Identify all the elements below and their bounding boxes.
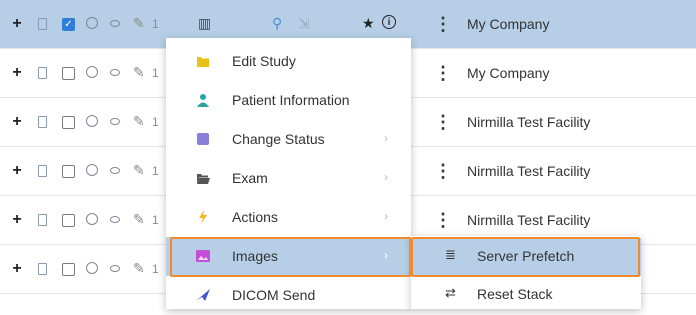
menu-item-edit-study[interactable]: Edit Study (166, 42, 411, 81)
expand-icon[interactable]: + (10, 114, 24, 130)
chevron-right-icon: › (384, 209, 388, 223)
eye-icon[interactable] (110, 265, 120, 272)
row-checkbox[interactable] (62, 67, 75, 80)
document-icon[interactable] (38, 165, 47, 177)
pencil-icon[interactable]: ✎ (133, 259, 149, 277)
globe-icon[interactable] (86, 262, 98, 274)
company-name: Nirmilla Test Facility (467, 212, 591, 228)
menu-item-actions[interactable]: Actions › (166, 198, 411, 237)
reset-icon: ⇄ (445, 285, 456, 300)
menu-item-exam[interactable]: Exam › (166, 159, 411, 198)
row-count: 1 (152, 164, 159, 178)
row-checkbox[interactable]: ✓ (62, 18, 75, 31)
menu-item-label: Change Status (232, 131, 325, 147)
folder-icon (197, 57, 209, 67)
submenu-item-reset-stack[interactable]: ⇄ Reset Stack (411, 276, 641, 314)
pencil-icon[interactable]: ✎ (133, 210, 149, 228)
row-menu-icon[interactable]: ⋮ (434, 63, 452, 85)
highlight-images-item (170, 237, 411, 277)
globe-icon[interactable] (86, 213, 98, 225)
send-icon (196, 289, 210, 301)
row-count: 1 (152, 213, 159, 227)
grid-icon[interactable]: ▥ (198, 13, 211, 33)
share-icon[interactable]: ⇲ (298, 13, 310, 33)
menu-item-label: DICOM Send (232, 287, 316, 303)
row-menu-icon[interactable]: ⋮ (434, 112, 452, 134)
eye-icon[interactable] (110, 118, 120, 125)
info-icon[interactable]: i (382, 15, 396, 29)
menu-item-patient-information[interactable]: Patient Information (166, 81, 411, 120)
document-icon[interactable] (38, 116, 47, 128)
lightning-icon (199, 210, 207, 224)
globe-icon[interactable] (86, 66, 98, 78)
document-icon[interactable] (38, 263, 47, 275)
folder-open-icon (197, 174, 210, 184)
chevron-right-icon: › (384, 131, 388, 145)
document-icon[interactable] (38, 214, 47, 226)
row-menu-icon[interactable]: ⋮ (434, 161, 452, 183)
menu-item-label: Actions (232, 209, 278, 225)
row-menu-icon[interactable]: ⋮ (434, 14, 452, 36)
menu-item-label: Exam (232, 170, 268, 186)
company-name: My Company (467, 16, 550, 32)
row-count: 1 (152, 262, 159, 276)
globe-icon[interactable] (86, 17, 98, 29)
document-icon[interactable] (38, 67, 47, 79)
pencil-icon[interactable]: ✎ (133, 63, 149, 81)
expand-icon[interactable]: + (10, 261, 24, 277)
expand-icon[interactable]: + (10, 16, 24, 32)
eye-icon[interactable] (110, 69, 120, 76)
row-checkbox[interactable] (62, 214, 75, 227)
row-count: 1 (152, 66, 159, 80)
row-checkbox[interactable] (62, 116, 75, 129)
menu-item-label: Patient Information (232, 92, 350, 108)
row-menu-icon[interactable]: ⋮ (434, 210, 452, 232)
pencil-icon[interactable]: ✎ (133, 161, 149, 179)
company-name: Nirmilla Test Facility (467, 163, 591, 179)
expand-icon[interactable]: + (10, 163, 24, 179)
expand-icon[interactable]: + (10, 65, 24, 81)
person-icon (197, 94, 209, 107)
eye-icon[interactable] (110, 167, 120, 174)
menu-item-label: Edit Study (232, 53, 296, 69)
chevron-right-icon: › (384, 170, 388, 184)
globe-icon[interactable] (86, 115, 98, 127)
link-icon[interactable]: ⚲ (272, 13, 282, 33)
company-name: Nirmilla Test Facility (467, 114, 591, 130)
document-icon[interactable] (38, 18, 47, 30)
row-checkbox[interactable] (62, 165, 75, 178)
row-checkbox[interactable] (62, 263, 75, 276)
eye-icon[interactable] (110, 20, 120, 27)
pencil-icon[interactable]: ✎ (133, 14, 149, 32)
star-icon[interactable]: ★ (362, 13, 375, 33)
expand-icon[interactable]: + (10, 212, 24, 228)
status-square-icon (197, 133, 209, 145)
pencil-icon[interactable]: ✎ (133, 112, 149, 130)
submenu-item-label: Reset Stack (477, 286, 553, 302)
globe-icon[interactable] (86, 164, 98, 176)
highlight-server-prefetch-item (411, 237, 640, 277)
row-count: 1 (152, 17, 159, 31)
row-count: 1 (152, 115, 159, 129)
menu-item-change-status[interactable]: Change Status › (166, 120, 411, 159)
company-name: My Company (467, 65, 550, 81)
menu-item-dicom-send[interactable]: DICOM Send (166, 276, 411, 315)
eye-icon[interactable] (110, 216, 120, 223)
